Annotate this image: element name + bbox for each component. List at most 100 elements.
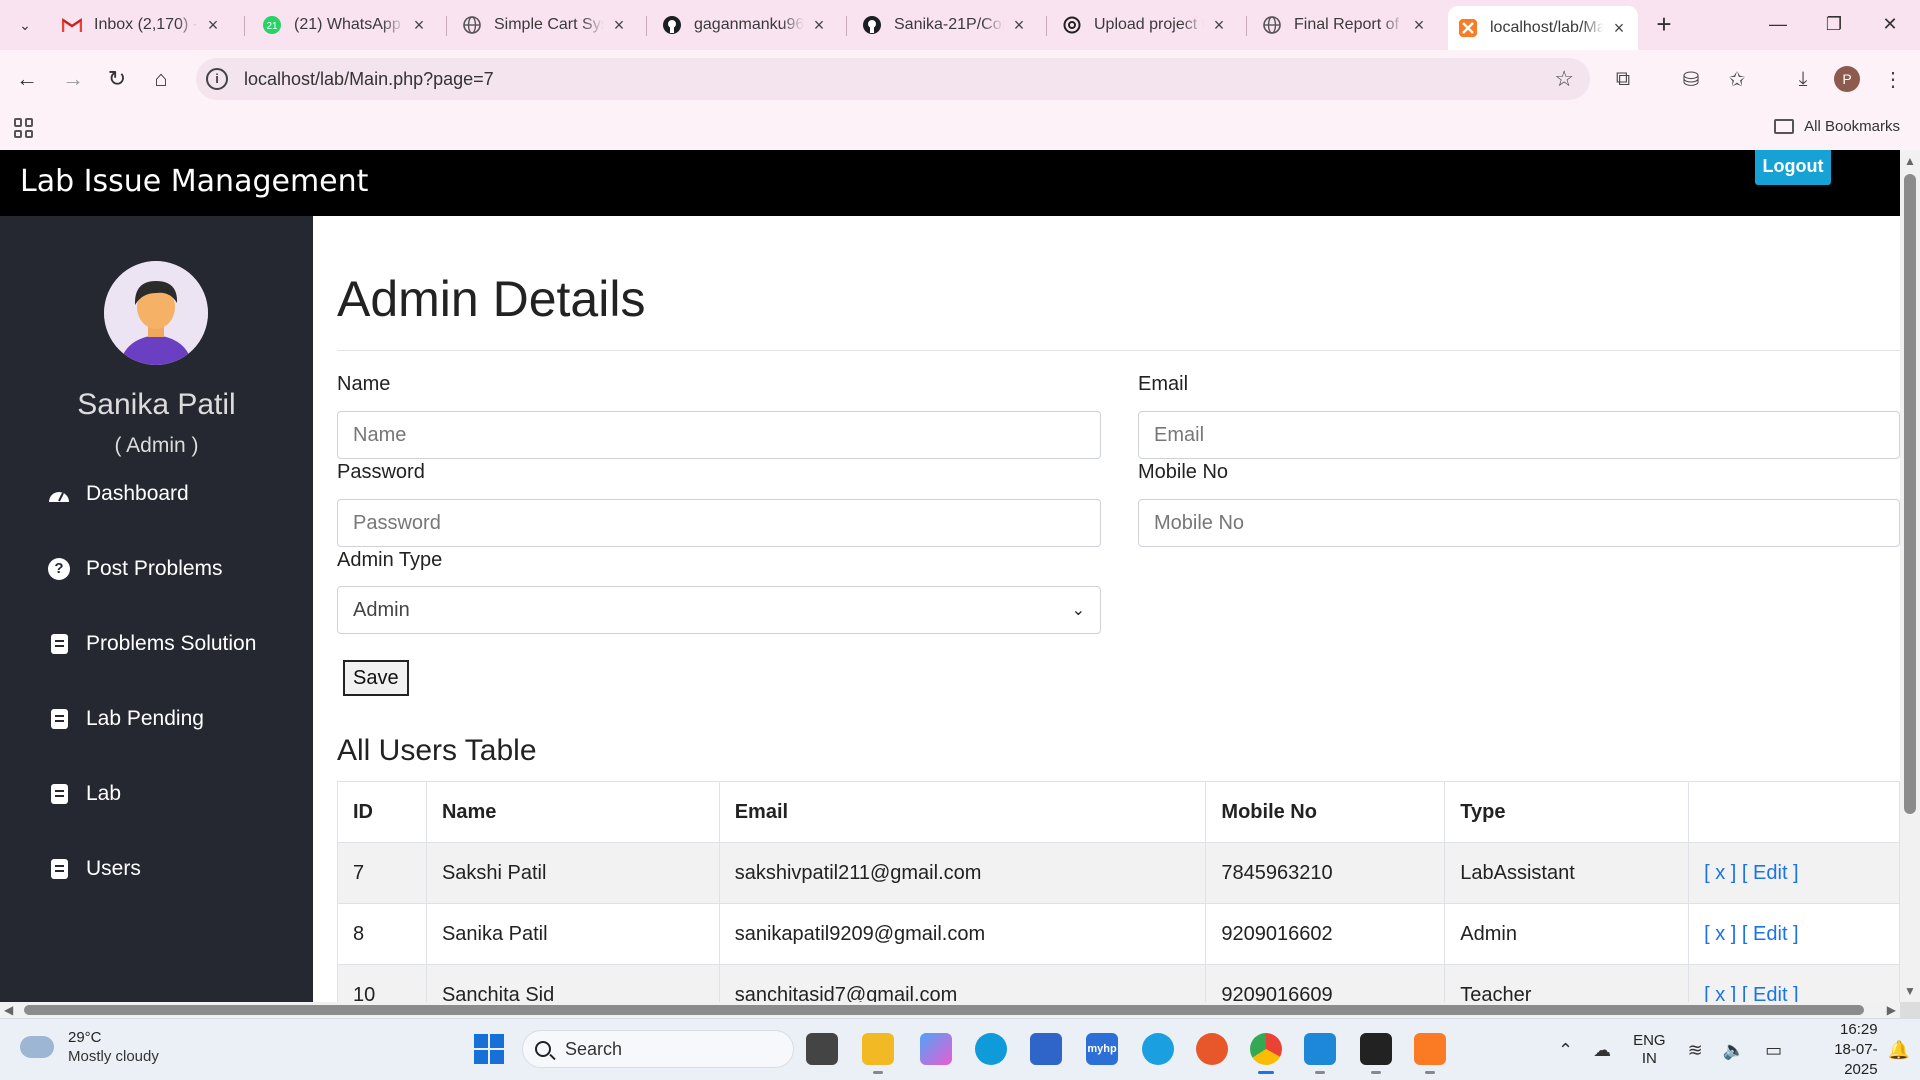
sidebar-item-post-problems[interactable]: ? Post Problems: [48, 549, 223, 589]
chrome-icon[interactable]: [1250, 1033, 1282, 1074]
close-icon[interactable]: ×: [1210, 15, 1228, 36]
myhp-icon[interactable]: myhp: [1086, 1033, 1118, 1065]
scroll-up-icon[interactable]: ▲: [1904, 154, 1916, 168]
notification-icon[interactable]: 🔔: [1888, 1040, 1910, 1061]
favorites-icon[interactable]: ✩: [1722, 64, 1752, 94]
horizontal-scrollbar[interactable]: ◀ ▶: [0, 1002, 1900, 1018]
taskbar-search[interactable]: Search: [522, 1030, 794, 1068]
firefox-icon[interactable]: [1196, 1033, 1228, 1065]
battery-icon[interactable]: ▭: [1765, 1040, 1782, 1061]
document-icon: [48, 708, 70, 730]
close-icon[interactable]: ×: [610, 15, 628, 36]
password-field[interactable]: [337, 499, 1101, 547]
new-tab-button[interactable]: +: [1650, 10, 1678, 38]
all-bookmarks-button[interactable]: All Bookmarks: [1774, 118, 1900, 135]
vertical-scrollbar[interactable]: ▲ ▼: [1900, 150, 1920, 1002]
scroll-right-icon[interactable]: ▶: [1887, 1002, 1896, 1018]
scroll-left-icon[interactable]: ◀: [4, 1002, 13, 1018]
menu-icon[interactable]: ⋮: [1878, 64, 1908, 94]
cell-actions: [ x ] [ Edit ]: [1688, 964, 1900, 1003]
tab-chatgpt[interactable]: Upload project t ×: [1052, 9, 1238, 41]
vscode-icon[interactable]: [1304, 1033, 1336, 1074]
sidebar-item-problems-solution[interactable]: Problems Solution: [48, 624, 256, 664]
store-icon[interactable]: [1030, 1033, 1062, 1065]
task-view-icon[interactable]: [806, 1033, 838, 1065]
tab-gmail[interactable]: Inbox (2,170) - sa ×: [52, 9, 232, 41]
tab-github-gagan[interactable]: gaganmanku96/ ×: [652, 9, 838, 41]
row-actions-links[interactable]: [ x ] [ Edit ]: [1704, 923, 1798, 945]
home-icon[interactable]: ⌂: [146, 64, 176, 94]
document-icon: [48, 858, 70, 880]
tab-github-sanika[interactable]: Sanika-21P/Com ×: [852, 9, 1038, 41]
globe-icon: [1262, 15, 1282, 35]
admin-type-value: Admin: [353, 598, 410, 621]
bookmark-star-icon[interactable]: ☆: [1554, 66, 1574, 92]
site-info-icon[interactable]: i: [206, 68, 228, 90]
xampp-icon[interactable]: [1414, 1033, 1446, 1074]
minimize-button[interactable]: —: [1758, 8, 1798, 40]
tab-search-button[interactable]: ⌄: [12, 12, 38, 38]
scroll-down-icon[interactable]: ▼: [1904, 984, 1916, 998]
restore-button[interactable]: ❐: [1814, 8, 1854, 40]
chevron-up-icon[interactable]: ⌃: [1558, 1040, 1573, 1061]
scroll-thumb[interactable]: [1904, 174, 1916, 814]
close-icon[interactable]: ×: [1010, 15, 1028, 36]
back-arrow-icon[interactable]: ←: [12, 64, 42, 94]
language-indicator[interactable]: ENG IN: [1633, 1032, 1666, 1068]
row-actions-links[interactable]: [ x ] [ Edit ]: [1704, 984, 1798, 1003]
close-window-button[interactable]: ✕: [1870, 8, 1910, 40]
web-page: Lab Issue Management Logout Sanika Patil…: [0, 150, 1920, 1002]
copilot-icon[interactable]: [920, 1033, 952, 1065]
tab-title: Final Report of M: [1294, 16, 1404, 33]
column-header: ID: [337, 781, 427, 843]
column-header: [1688, 781, 1900, 843]
forward-arrow-icon[interactable]: →: [58, 64, 88, 94]
brand-title[interactable]: Lab Issue Management: [20, 164, 368, 199]
tab-simple-cart[interactable]: Simple Cart Syste ×: [452, 9, 638, 41]
edge-icon[interactable]: [975, 1033, 1007, 1065]
sidebar-item-dashboard[interactable]: Dashboard: [48, 474, 189, 514]
close-icon[interactable]: ×: [204, 15, 222, 36]
cell-type: LabAssistant: [1444, 842, 1690, 904]
close-icon[interactable]: ×: [410, 15, 428, 36]
logout-button[interactable]: Logout: [1755, 150, 1831, 185]
url-text[interactable]: localhost/lab/Main.php?page=7: [244, 69, 494, 90]
close-icon[interactable]: ×: [1610, 18, 1628, 39]
extensions-icon[interactable]: ⧉: [1608, 64, 1638, 94]
sidebar-item-users[interactable]: Users: [48, 849, 141, 889]
onedrive-icon[interactable]: ☁: [1593, 1040, 1611, 1061]
windows-start-icon[interactable]: [474, 1034, 504, 1064]
name-field[interactable]: [337, 411, 1101, 459]
save-button[interactable]: Save: [343, 660, 409, 696]
admin-type-select[interactable]: Admin ⌄: [337, 586, 1101, 634]
search-label: Search: [565, 1038, 623, 1059]
file-explorer-icon[interactable]: [862, 1033, 894, 1074]
email-field[interactable]: [1138, 411, 1900, 459]
app-icon[interactable]: [1142, 1033, 1174, 1065]
weather-widget[interactable]: 29°C Mostly cloudy: [20, 1028, 159, 1065]
tab-localhost-active[interactable]: localhost/lab/Ma ×: [1448, 6, 1638, 50]
profile-avatar[interactable]: P: [1834, 66, 1860, 92]
chevron-down-icon: ⌄: [1071, 602, 1085, 619]
apps-grid-icon[interactable]: [14, 118, 34, 138]
address-bar[interactable]: i localhost/lab/Main.php?page=7 ☆: [196, 58, 1590, 100]
windows-taskbar: 29°C Mostly cloudy Search myhp ⌃ ☁ ENG I…: [0, 1018, 1920, 1080]
volume-muted-icon[interactable]: 🔈: [1723, 1040, 1745, 1061]
scroll-thumb[interactable]: [24, 1005, 1864, 1015]
wifi-icon[interactable]: ≋: [1688, 1040, 1703, 1061]
tab-final-report[interactable]: Final Report of M ×: [1252, 9, 1438, 41]
row-actions-links[interactable]: [ x ] [ Edit ]: [1704, 862, 1798, 884]
close-icon[interactable]: ×: [810, 15, 828, 36]
terminal-icon[interactable]: [1360, 1033, 1392, 1074]
mobile-field[interactable]: [1138, 499, 1900, 547]
user-name: Sanika Patil: [77, 388, 236, 421]
reload-icon[interactable]: ↻: [102, 64, 132, 94]
clock[interactable]: 16:29 18-07-2025: [1806, 1020, 1877, 1080]
sidebar-item-lab[interactable]: Lab: [48, 774, 121, 814]
sidebar-item-lab-pending[interactable]: Lab Pending: [48, 699, 204, 739]
close-icon[interactable]: ×: [1410, 15, 1428, 36]
tab-whatsapp[interactable]: 21 (21) WhatsApp ×: [252, 9, 438, 41]
users-table: ID Name Email Mobile No Type 7 Sakshi Pa…: [337, 781, 1900, 1002]
download-icon[interactable]: ⤓: [1788, 64, 1818, 94]
incognito-icon[interactable]: ⛁: [1676, 64, 1706, 94]
